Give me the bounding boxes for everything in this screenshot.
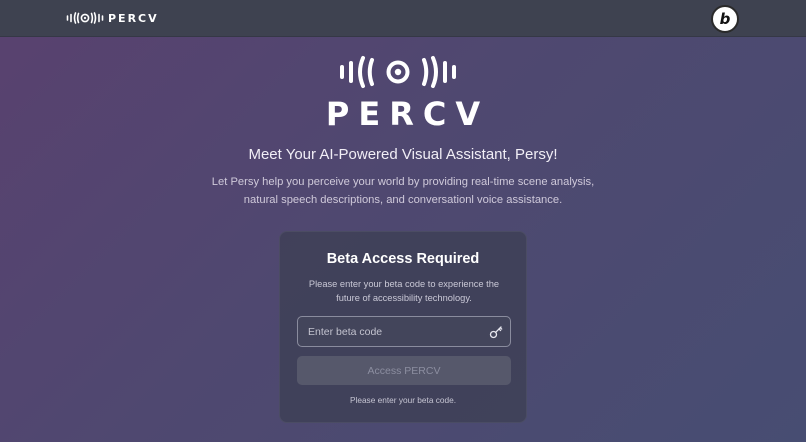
hero-description: Let Persy help you perceive your world b… (0, 173, 806, 209)
sound-wave-logo-icon (66, 12, 104, 24)
card-instructions-line: future of accessibility technology. (336, 293, 472, 303)
brand-link[interactable]: PERCV (66, 11, 159, 25)
brand-name: PERCV (108, 11, 159, 25)
card-instructions: Please enter your beta code to experienc… (300, 277, 508, 305)
beta-code-field[interactable] (297, 316, 511, 347)
badge-letter: b (719, 9, 731, 28)
access-percv-button[interactable]: Access PERCV (297, 356, 511, 385)
badge-logo-icon[interactable]: b (711, 5, 739, 33)
card-title: Beta Access Required (326, 251, 480, 267)
key-icon[interactable] (489, 325, 503, 339)
card-instructions-line: Please enter your beta code to experienc… (308, 279, 500, 289)
top-navigation-bar: PERCV b (0, 0, 806, 37)
hero-description-line: natural speech descriptions, and convers… (243, 194, 563, 206)
hero-tagline: Meet Your AI-Powered Visual Assistant, P… (248, 146, 558, 163)
sound-wave-logo-icon (340, 56, 456, 88)
beta-access-card: Beta Access Required Please enter your b… (279, 231, 527, 423)
validation-hint: Please enter your beta code. (349, 395, 457, 405)
hero-title: PERCV (325, 95, 490, 133)
hero-description-line: Let Persy help you perceive your world b… (211, 176, 595, 188)
beta-code-input[interactable] (298, 317, 478, 346)
